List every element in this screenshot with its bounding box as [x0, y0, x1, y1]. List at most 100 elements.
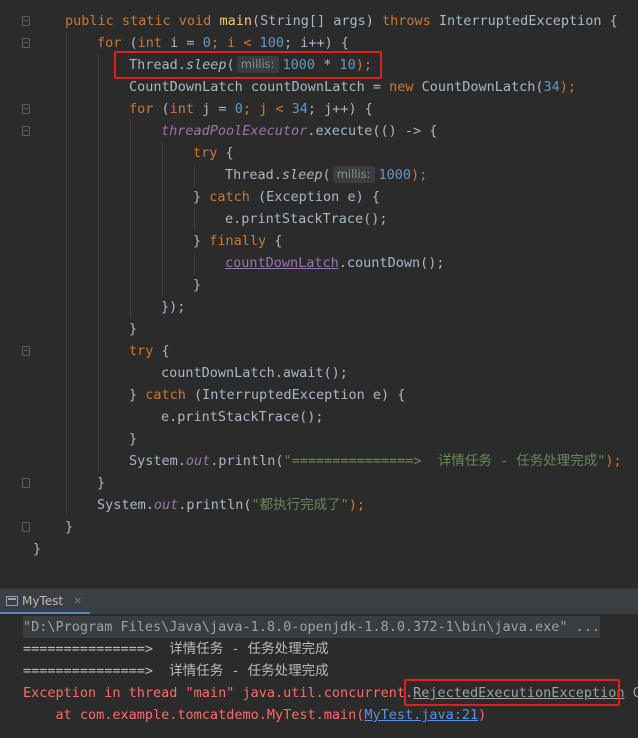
- stack-text: at com.example.tomcatdemo.MyTest.main(: [23, 707, 365, 723]
- code-text: *: [315, 57, 340, 73]
- code-line: }: [33, 538, 41, 560]
- fold-icon[interactable]: [22, 522, 30, 532]
- code-text: (: [226, 57, 235, 73]
- field-name: out: [185, 453, 211, 469]
- fold-icon[interactable]: [22, 16, 30, 26]
- field-name: out: [153, 497, 179, 513]
- code-line: countDownLatch.countDown();: [225, 252, 444, 274]
- method-name: sleep: [281, 167, 323, 183]
- exception-text: Exception in thread "main" java.util.con…: [23, 685, 414, 701]
- code-text: CountDownLatch countDownLatch =: [129, 79, 390, 95]
- code-text: countDownLatch.await();: [161, 365, 348, 381]
- code-text: );: [411, 167, 428, 183]
- fold-icon[interactable]: [22, 126, 30, 136]
- keyword: public static void: [65, 13, 220, 29]
- code-text: ; j++) {: [307, 101, 373, 117]
- code-text: }: [193, 233, 210, 249]
- keyword: int: [169, 101, 195, 117]
- code-text: {: [266, 233, 283, 249]
- parameter-hint: millis:: [332, 166, 375, 183]
- run-config-icon: [6, 595, 18, 606]
- number-literal: 0: [234, 101, 243, 117]
- code-text: ; i++) {: [284, 35, 350, 51]
- code-text: );: [559, 79, 577, 95]
- indent-guide: [130, 120, 131, 318]
- keyword: catch: [145, 387, 186, 403]
- code-text: (InterruptedException e) {: [185, 387, 406, 403]
- source-link[interactable]: MyTest.java:21: [364, 707, 478, 723]
- code-line: }: [193, 274, 201, 296]
- keyword: new: [389, 79, 414, 95]
- code-text: );: [348, 497, 365, 513]
- field-name: countDownLatch: [225, 255, 339, 271]
- exception-text: Cre: [632, 685, 638, 701]
- fold-icon[interactable]: [22, 346, 30, 356]
- code-line: }: [129, 428, 137, 450]
- keyword: int: [137, 35, 163, 51]
- code-line: for (int i = 0; i < 100; i++) {: [97, 32, 349, 54]
- code-text: (String[] args): [251, 13, 382, 29]
- console-exception-line: Exception in thread "main" java.util.con…: [23, 682, 638, 704]
- code-text: }: [193, 277, 202, 293]
- close-icon[interactable]: ×: [73, 594, 82, 607]
- code-text: e.printStackTrace();: [161, 409, 324, 425]
- fold-icon[interactable]: [22, 104, 30, 114]
- indent-guide: [194, 208, 195, 230]
- tab-label: MyTest: [22, 593, 64, 608]
- fold-icon[interactable]: [22, 478, 30, 488]
- exception-class-link[interactable]: RejectedExecutionException: [413, 685, 624, 701]
- tab-mytest[interactable]: MyTest ×: [0, 589, 91, 615]
- string-literal: "都执行完成了": [251, 497, 349, 513]
- code-line: public static void main(String[] args) t…: [65, 10, 618, 32]
- code-line: System.out.println("===============> 详情任…: [129, 450, 622, 472]
- code-line: }: [129, 318, 137, 340]
- number-literal: 34: [291, 101, 308, 117]
- keyword: for: [97, 35, 122, 51]
- indent-guide: [66, 32, 67, 516]
- code-line: } catch (InterruptedException e) {: [129, 384, 405, 406]
- code-line: e.printStackTrace();: [161, 406, 324, 428]
- code-line: });: [161, 296, 185, 318]
- code-text: Thread.: [225, 167, 282, 183]
- console-output[interactable]: "D:\Program Files\Java\java-1.8.0-openjd…: [0, 614, 638, 738]
- number-literal: 10: [339, 57, 356, 73]
- code-text: }: [129, 387, 146, 403]
- code-line: }: [97, 472, 105, 494]
- code-text: .execute(() -> {: [307, 123, 438, 139]
- indent-guide: [194, 252, 195, 274]
- code-line: }: [65, 516, 73, 538]
- code-line: countDownLatch.await();: [161, 362, 348, 384]
- indent-guide: [194, 164, 195, 186]
- code-text: (Exception e) {: [249, 189, 380, 205]
- code-line: e.printStackTrace();: [225, 208, 388, 230]
- code-line: Thread.sleep(millis: 1000);: [225, 164, 427, 186]
- code-editor[interactable]: public static void main(String[] args) t…: [0, 0, 638, 588]
- code-line: for (int j = 0; j < 34; j++) {: [129, 98, 373, 120]
- code-text: .countDown();: [338, 255, 445, 271]
- code-text: (: [322, 167, 331, 183]
- code-text: }: [65, 519, 74, 535]
- code-line: } finally {: [193, 230, 282, 252]
- editor-gutter: [0, 0, 46, 588]
- keyword: for: [129, 101, 154, 117]
- fold-icon[interactable]: [22, 38, 30, 48]
- console-command-line: "D:\Program Files\Java\java-1.8.0-openjd…: [23, 616, 601, 638]
- code-line: threadPoolExecutor.execute(() -> {: [161, 120, 437, 142]
- code-text: Thread.: [129, 57, 186, 73]
- code-text: {: [217, 145, 234, 161]
- code-text: }: [129, 321, 138, 337]
- keyword: finally: [209, 233, 267, 249]
- code-text: }: [129, 431, 138, 447]
- code-text: );: [355, 57, 372, 73]
- code-text: CountDownLatch(: [413, 79, 544, 95]
- code-line: CountDownLatch countDownLatch = new Coun…: [129, 76, 576, 98]
- code-text: .println(: [210, 453, 284, 469]
- indent-guide: [98, 54, 99, 472]
- keyword: try: [193, 145, 218, 161]
- number-literal: 1000: [282, 57, 316, 73]
- keyword: throws: [382, 13, 431, 29]
- number-literal: 100: [259, 35, 284, 51]
- run-tool-window-tabs: MyTest ×: [0, 588, 638, 615]
- code-line: try {: [193, 142, 234, 164]
- code-text: ; j <: [242, 101, 292, 117]
